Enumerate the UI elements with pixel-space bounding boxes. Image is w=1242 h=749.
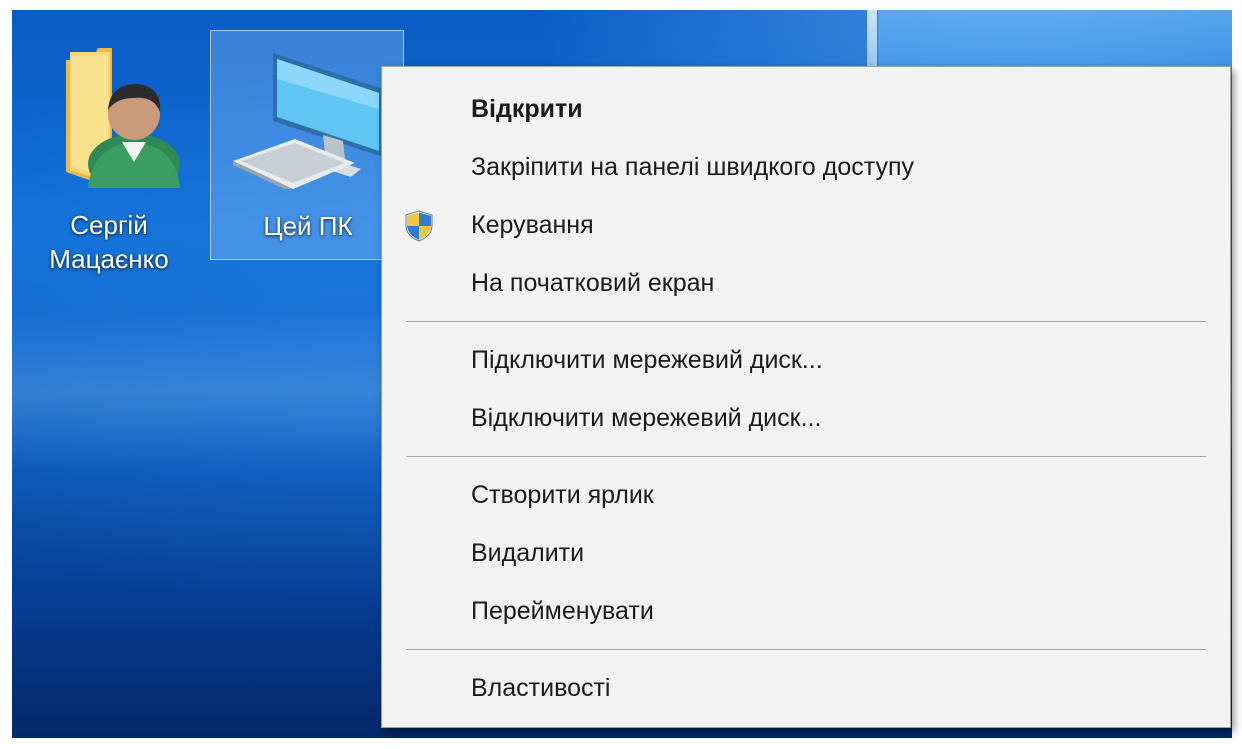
desktop-icon-this-pc[interactable]: Цей ПК	[210, 30, 404, 260]
menu-item-label: Керування	[471, 211, 594, 239]
icon-label: Сергій Мацаєнко	[49, 210, 169, 274]
uac-shield-icon	[405, 210, 433, 242]
menu-item-label: Підключити мережевий диск...	[471, 346, 823, 374]
menu-item-rename[interactable]: Перейменувати	[382, 582, 1230, 640]
menu-item-create-shortcut[interactable]: Створити ярлик	[382, 466, 1230, 524]
user-folder-icon	[66, 48, 180, 188]
menu-item-label: Відключити мережевий диск...	[471, 404, 822, 432]
desktop-icon-user-folder[interactable]: Сергій Мацаєнко	[12, 30, 206, 274]
menu-item-manage[interactable]: Керування	[382, 196, 1230, 254]
menu-separator	[406, 321, 1206, 322]
menu-item-label: Видалити	[471, 539, 585, 567]
menu-item-label: На початковий екран	[471, 269, 715, 297]
menu-item-disconnect-network-drive[interactable]: Відключити мережевий диск...	[382, 389, 1230, 447]
menu-item-pin-quick-access[interactable]: Закріпити на панелі швидкого доступу	[382, 138, 1230, 196]
menu-separator	[406, 456, 1206, 457]
context-menu: Відкрити Закріпити на панелі швидкого до…	[381, 66, 1231, 728]
menu-item-label: Створити ярлик	[471, 481, 654, 509]
menu-item-label: Властивості	[471, 674, 611, 702]
icon-label: Цей ПК	[263, 211, 353, 241]
menu-item-properties[interactable]: Властивості	[382, 659, 1230, 717]
computer-icon	[233, 53, 383, 189]
screenshot-frame: Сергій Мацаєнко Цей ПК Відкрити Закріпит…	[0, 0, 1242, 749]
menu-item-label: Закріпити на панелі швидкого доступу	[471, 153, 915, 181]
menu-item-map-network-drive[interactable]: Підключити мережевий диск...	[382, 331, 1230, 389]
menu-item-delete[interactable]: Видалити	[382, 524, 1230, 582]
menu-item-label: Перейменувати	[471, 597, 654, 625]
menu-item-open[interactable]: Відкрити	[382, 80, 1230, 138]
menu-item-label: Відкрити	[471, 95, 583, 123]
menu-item-pin-to-start[interactable]: На початковий екран	[382, 254, 1230, 312]
menu-separator	[406, 649, 1206, 650]
